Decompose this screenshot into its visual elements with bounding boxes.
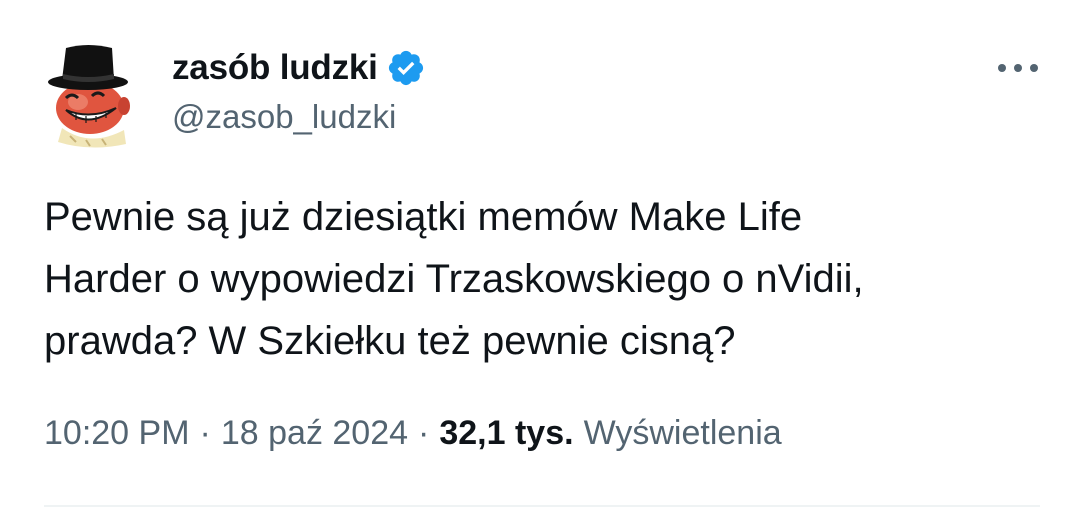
avatar[interactable] <box>40 44 140 148</box>
author-handle[interactable]: @zasob_ludzki <box>172 98 396 136</box>
verified-badge-icon[interactable] <box>386 48 426 88</box>
tweet-text: Pewnie są już dziesiątki memów Make Life… <box>44 195 864 363</box>
tweet-meta: 10:20 PM · 18 paź 2024 · 32,1 tys. Wyświ… <box>44 414 782 453</box>
meta-separator: · <box>199 414 211 452</box>
author-display-name[interactable]: zasób ludzki <box>172 48 378 88</box>
more-options-button[interactable] <box>988 50 1048 86</box>
divider <box>44 505 1040 507</box>
meta-separator: · <box>418 414 430 452</box>
more-options-icon <box>998 64 1038 72</box>
views-count[interactable]: 32,1 tys. <box>439 414 573 453</box>
author-name-row[interactable]: zasób ludzki <box>172 42 426 94</box>
tweet-card: zasób ludzki @zasob_ludzki Pewnie są już… <box>0 0 1080 524</box>
tweet-date[interactable]: 18 paź 2024 <box>221 414 408 453</box>
views-label[interactable]: Wyświetlenia <box>584 414 782 453</box>
tweet-time[interactable]: 10:20 PM <box>44 414 190 453</box>
top-hat-grinning-face-avatar <box>48 45 130 148</box>
